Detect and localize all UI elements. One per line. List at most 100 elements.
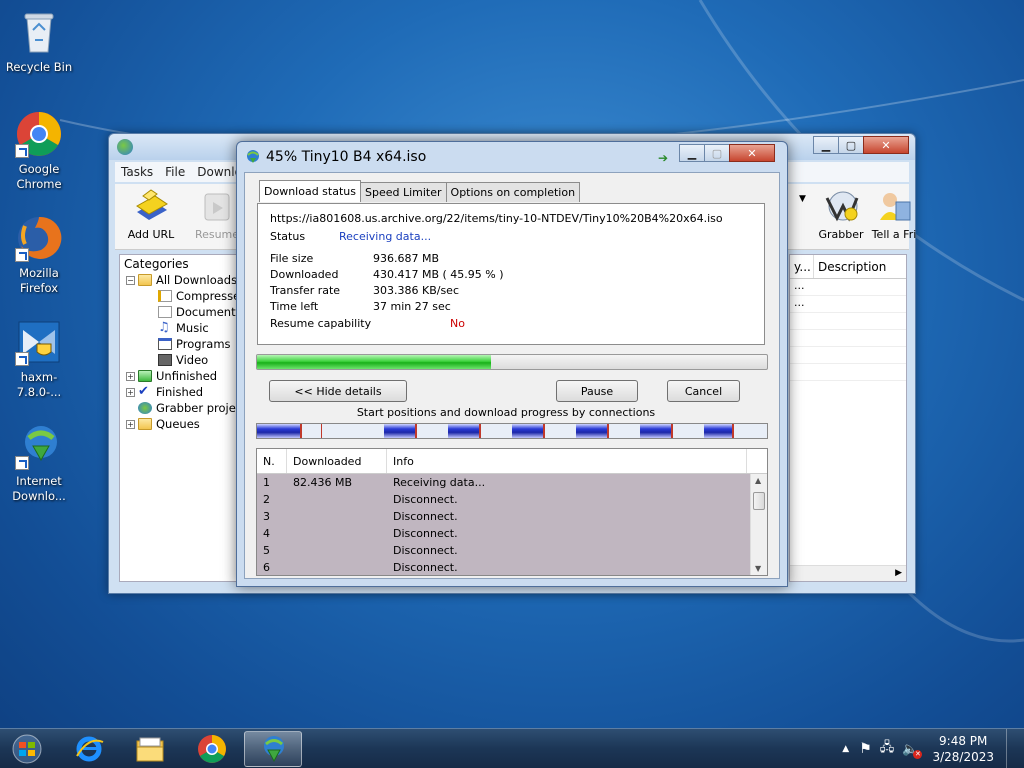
table-row[interactable]: 1 82.436 MB Receiving data... <box>257 474 751 491</box>
tab-download-status[interactable]: Download status <box>259 180 361 202</box>
tab-options-on-completion[interactable]: Options on completion <box>445 182 581 202</box>
row-downloaded: 82.436 MB <box>293 476 353 489</box>
table-row[interactable]: 4 Disconnect. <box>257 525 751 542</box>
scroll-right-arrow-icon[interactable]: ▶ <box>895 568 902 578</box>
chrome-icon <box>15 110 63 158</box>
menu-file[interactable]: File <box>159 165 191 179</box>
desktop-icon-firefox[interactable]: Mozilla Firefox <box>1 214 77 296</box>
add-url-button[interactable]: Add URL <box>121 188 181 241</box>
connection-segment <box>384 424 417 438</box>
category-music[interactable]: ♫ Music <box>158 321 209 335</box>
category-documents[interactable]: Documents <box>158 305 242 319</box>
category-grabber-projects[interactable]: Grabber projec <box>138 401 242 415</box>
connections-table[interactable]: N. Downloaded Info 1 82.436 MB Receiving d… <box>256 448 768 576</box>
column-header-number[interactable]: N. <box>257 449 287 473</box>
category-compressed[interactable]: Compresse <box>158 289 240 303</box>
list-item[interactable] <box>790 313 906 330</box>
desktop-icon-haxm[interactable]: haxm-7.8.0-... <box>1 318 77 400</box>
scroll-down-arrow-icon[interactable]: ▼ <box>755 564 761 573</box>
network-icon[interactable]: 🖧 <box>880 738 895 760</box>
row-info: Disconnect. <box>393 527 458 540</box>
action-center-flag-icon[interactable]: ⚑ <box>859 741 872 757</box>
windows-logo-icon <box>12 734 42 764</box>
tell-a-friend-icon <box>874 188 914 226</box>
desktop-icon-idm[interactable]: Internet Downlo... <box>1 422 77 504</box>
taskbar-internet-explorer[interactable] <box>60 731 118 767</box>
tab-speed-limiter[interactable]: Speed Limiter <box>359 182 447 202</box>
taskbar-chrome[interactable] <box>183 731 241 767</box>
category-finished[interactable]: + ✔ Finished <box>126 385 203 399</box>
category-all-downloads[interactable]: − All Downloads <box>126 273 237 287</box>
downloads-list-header: y... Description <box>790 255 906 279</box>
list-item[interactable]: ... <box>790 279 906 296</box>
category-video[interactable]: Video <box>158 353 208 367</box>
show-desktop-button[interactable] <box>1006 729 1016 768</box>
idm-icon <box>15 422 63 470</box>
table-row[interactable]: 6 Disconnect. <box>257 559 751 575</box>
transfer-rate-label: Transfer rate <box>270 284 341 297</box>
scrollbar-thumb[interactable] <box>753 492 765 510</box>
folder-icon <box>138 418 152 430</box>
list-item[interactable] <box>790 364 906 381</box>
taskbar-idm[interactable] <box>244 731 302 767</box>
folder-download-icon <box>138 370 152 382</box>
scroll-up-arrow-icon[interactable]: ▲ <box>755 476 761 485</box>
column-header-partial[interactable]: y... <box>790 255 814 278</box>
expand-icon[interactable]: + <box>126 387 135 397</box>
category-programs[interactable]: Programs <box>158 337 231 351</box>
dialog-close-button[interactable]: ✕ <box>729 144 775 162</box>
list-item[interactable]: ... <box>790 296 906 313</box>
main-maximize-button[interactable]: ▢ <box>838 136 864 154</box>
main-close-button[interactable]: ✕ <box>863 136 909 154</box>
expand-icon[interactable]: + <box>126 371 135 381</box>
column-header-info[interactable]: Info <box>387 449 747 473</box>
category-queues[interactable]: + Queues <box>126 417 200 431</box>
downloads-list-pane[interactable]: y... Description ... ... ▶ <box>789 254 907 582</box>
table-row[interactable]: 2 Disconnect. <box>257 491 751 508</box>
download-progress-dialog[interactable]: 45% Tiny10 B4 x64.iso ➔ ▁ ▢ ✕ Download s… <box>236 141 788 587</box>
list-item[interactable] <box>790 347 906 364</box>
taskbar-clock[interactable]: 9:48 PM 3/28/2023 <box>932 733 994 765</box>
shortcut-arrow-icon <box>15 456 29 470</box>
connections-vertical-scrollbar[interactable]: ▲ ▼ <box>750 474 767 575</box>
chevron-down-icon[interactable]: ▼ <box>799 194 806 204</box>
column-header-description[interactable]: Description <box>814 255 890 278</box>
dialog-maximize-button[interactable]: ▢ <box>704 144 730 162</box>
desktop-icon-chrome[interactable]: Google Chrome <box>1 110 77 192</box>
collapse-icon[interactable]: − <box>126 275 135 285</box>
main-minimize-button[interactable]: ▁ <box>813 136 839 154</box>
film-icon <box>158 354 172 366</box>
program-window-icon <box>158 338 172 350</box>
file-size-label: File size <box>270 252 314 265</box>
grabber-button[interactable]: Grabber <box>811 188 871 241</box>
category-unfinished[interactable]: + Unfinished <box>126 369 217 383</box>
checkmark-folder-icon: ✔ <box>138 384 149 399</box>
start-button[interactable] <box>4 731 50 767</box>
table-row[interactable]: 3 Disconnect. <box>257 508 751 525</box>
volume-muted-icon[interactable]: 🔈 ✕ <box>902 742 923 759</box>
expand-icon[interactable]: + <box>126 419 135 429</box>
row-info: Disconnect. <box>393 561 458 574</box>
dialog-minimize-button[interactable]: ▁ <box>679 144 705 162</box>
desktop-icon-label: Recycle Bin <box>5 60 73 74</box>
grabber-icon <box>821 188 861 226</box>
pause-button[interactable]: Pause <box>556 380 638 402</box>
minimize-to-tray-icon[interactable]: ➔ <box>658 151 668 165</box>
connections-progress-bar <box>256 423 768 439</box>
list-item[interactable] <box>790 330 906 347</box>
row-number: 6 <box>263 561 270 574</box>
desktop-icon-recycle-bin[interactable]: Recycle Bin <box>1 8 77 75</box>
hide-details-button[interactable]: << Hide details <box>269 380 407 402</box>
chrome-icon <box>198 735 226 763</box>
desktop-icon-label: haxm-7.8.0-... <box>16 370 62 399</box>
show-hidden-icons-icon[interactable]: ▲ <box>842 744 849 754</box>
dialog-tabs: Download status Speed Limiter Options on… <box>259 180 581 202</box>
resume-icon <box>197 188 237 226</box>
tell-a-friend-button[interactable]: Tell a Fri <box>871 188 917 241</box>
table-row[interactable]: 5 Disconnect. <box>257 542 751 559</box>
column-header-downloaded[interactable]: Downloaded <box>287 449 387 473</box>
cancel-button[interactable]: Cancel <box>667 380 740 402</box>
menu-tasks[interactable]: Tasks <box>115 165 159 179</box>
horizontal-scrollbar[interactable]: ▶ <box>790 565 906 581</box>
taskbar-file-explorer[interactable] <box>121 731 179 767</box>
